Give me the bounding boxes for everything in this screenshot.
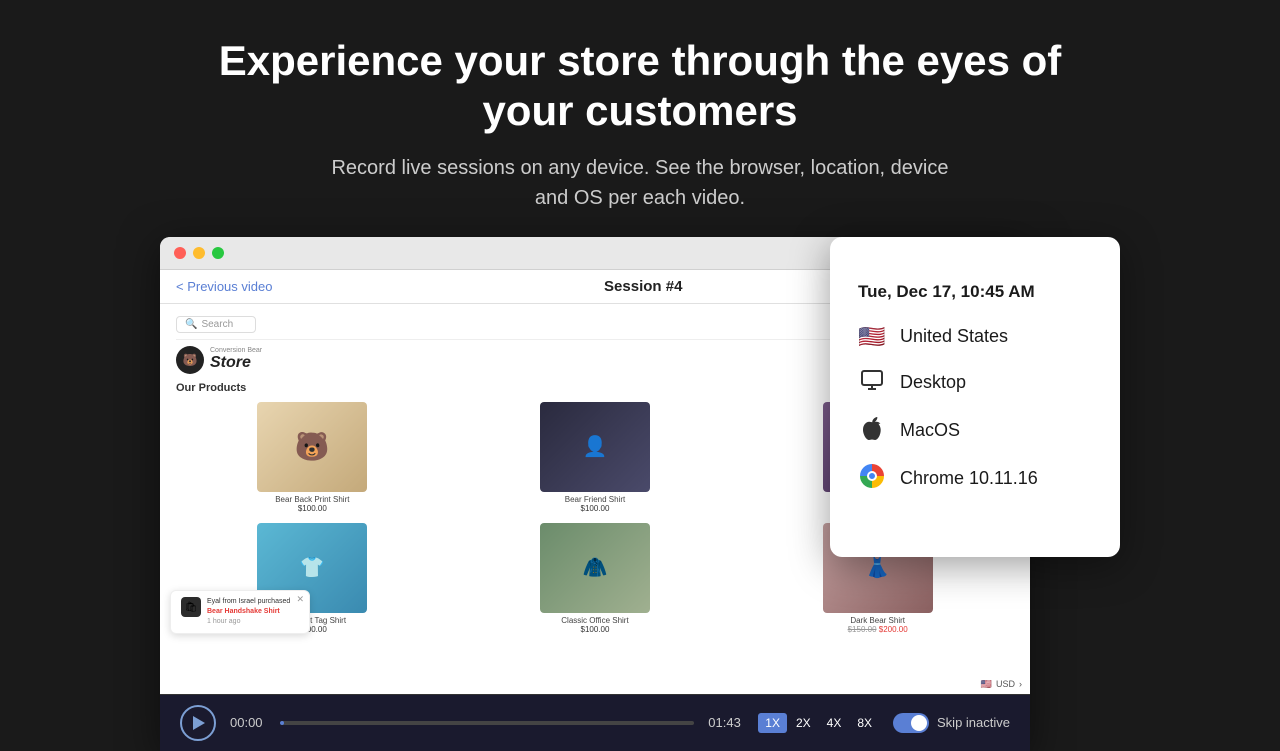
product-sale-price: $200.00 [879,625,908,634]
product-price-2: $100.00 [581,504,610,513]
notification-close[interactable]: ✕ [296,594,304,605]
apple-icon [858,416,886,446]
speed-8x-button[interactable]: 8X [850,713,879,733]
search-placeholder: Search [201,319,233,330]
search-icon: 🔍 [185,319,197,330]
time-total: 01:43 [708,715,744,730]
info-os-row: MacOS [858,416,1092,446]
info-panel: Tue, Dec 17, 10:45 AM 🇺🇸 United States D… [830,237,1120,557]
notification-product: Bear Handshake Shirt [207,608,280,615]
hero-title: Experience your store through the eyes o… [190,36,1090,137]
product-card[interactable]: 🐻 Bear Back Print Shirt $100.00 [176,402,449,513]
notification-text: Eyal from Israel purchased Bear Handshak… [207,597,290,626]
toggle-knob [911,715,927,731]
notification-time: 1 hour ago [207,618,240,625]
store-name-wrapper: Conversion Bear Store [210,347,262,372]
notification-popup: 🛍 Eyal from Israel purchased Bear Handsh… [170,590,310,633]
time-current: 00:00 [230,715,266,730]
product-card[interactable]: 🧥 Classic Office Shirt $100.00 [459,523,732,634]
play-icon [193,716,205,730]
info-browser-row: Chrome 10.11.16 [858,464,1092,494]
progress-bar[interactable] [280,721,694,725]
flag-icon: 🇺🇸 [981,679,992,690]
currency-text: USD [996,679,1015,689]
product-name-6: Dark Bear Shirt [850,616,905,625]
store-subtitle: Conversion Bear [210,347,262,354]
toggle-switch[interactable] [893,713,929,733]
player-bar: 00:00 01:43 1X 2X 4X 8X Skip inactive [160,694,1030,751]
flag-icon: 🇺🇸 [858,324,886,350]
speed-controls: 1X 2X 4X 8X [758,713,879,733]
info-datetime: Tue, Dec 17, 10:45 AM [858,282,1092,302]
progress-fill [280,721,284,725]
product-name-1: Bear Back Print Shirt [275,495,349,504]
speed-1x-button[interactable]: 1X [758,713,787,733]
prev-video-link[interactable]: < Previous video [176,279,272,294]
currency-arrow: › [1019,679,1022,689]
notification-icon: 🛍 [181,597,201,617]
speed-2x-button[interactable]: 2X [789,713,818,733]
chrome-icon [858,464,886,494]
minimize-traffic-light[interactable] [193,247,205,259]
skip-inactive-toggle[interactable]: Skip inactive [893,713,1010,733]
product-image-2: 👤 [540,402,650,492]
info-country: United States [900,326,1008,347]
info-country-row: 🇺🇸 United States [858,324,1092,350]
store-logo-icon: 🐻 [176,346,204,374]
product-image-1: 🐻 [257,402,367,492]
product-name-5: Classic Office Shirt [561,616,628,625]
info-browser: Chrome 10.11.16 [900,468,1038,489]
hero-subtitle: Record live sessions on any device. See … [330,153,950,213]
close-traffic-light[interactable] [174,247,186,259]
fullscreen-traffic-light[interactable] [212,247,224,259]
product-original-price: $150.00 [848,625,877,634]
product-card[interactable]: 👤 Bear Friend Shirt $100.00 [459,402,732,513]
product-price-5: $100.00 [581,625,610,634]
product-price-6: $150.00 $200.00 [848,625,908,634]
info-os: MacOS [900,420,960,441]
product-image-5: 🧥 [540,523,650,613]
browser-wrapper: < Previous video Session #4 🔍 Search Car… [160,237,1120,751]
info-device: Desktop [900,372,966,393]
info-device-row: Desktop [858,368,1092,398]
speed-4x-button[interactable]: 4X [820,713,849,733]
notification-from: Eyal from Israel purchased [207,598,290,605]
desktop-icon [858,368,886,398]
currency-bar[interactable]: 🇺🇸 USD › [973,675,1030,694]
product-price-1: $100.00 [298,504,327,513]
store-search-box[interactable]: 🔍 Search [176,316,256,333]
skip-inactive-label: Skip inactive [937,715,1010,730]
play-button[interactable] [180,705,216,741]
store-name: Store [210,354,262,372]
product-name-2: Bear Friend Shirt [565,495,625,504]
